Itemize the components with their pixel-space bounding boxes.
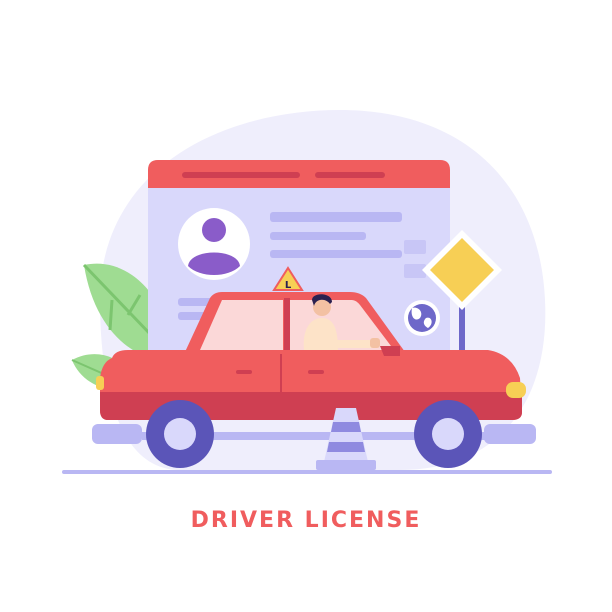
avatar-icon bbox=[178, 208, 250, 280]
learner-sign-letter: L bbox=[285, 280, 292, 291]
front-wheel bbox=[414, 400, 482, 468]
caption-title: DRIVER LICENSE bbox=[190, 508, 422, 533]
globe-icon bbox=[404, 300, 440, 336]
driver-license-illustration-page: L DRIVER LICENSE bbox=[0, 0, 612, 612]
rear-wheel bbox=[146, 400, 214, 468]
road-line bbox=[62, 470, 552, 474]
